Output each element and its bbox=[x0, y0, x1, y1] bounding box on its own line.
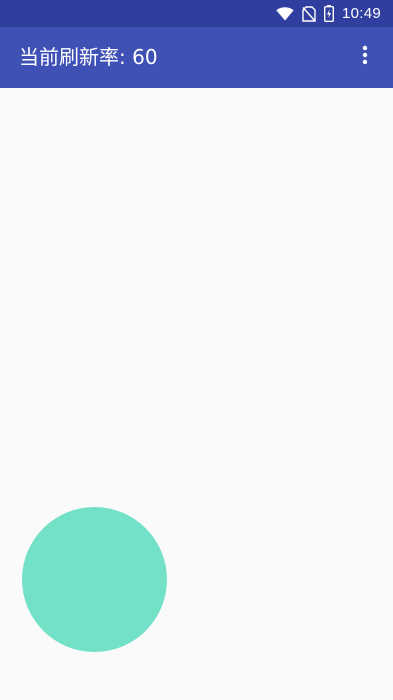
animated-ball bbox=[22, 507, 167, 652]
screen: 10:49 当前刷新率: 60 bbox=[0, 0, 393, 700]
page-title: 当前刷新率: 60 bbox=[19, 45, 158, 69]
status-icons: 10:49 bbox=[276, 0, 381, 27]
wifi-icon bbox=[276, 6, 294, 21]
app-bar: 当前刷新率: 60 bbox=[0, 27, 393, 88]
more-vert-icon bbox=[362, 45, 368, 69]
status-bar: 10:49 bbox=[0, 0, 393, 27]
overflow-menu-button[interactable] bbox=[345, 37, 385, 77]
status-time: 10:49 bbox=[341, 5, 381, 22]
no-sim-icon bbox=[302, 5, 316, 22]
battery-charging-icon bbox=[323, 5, 334, 22]
